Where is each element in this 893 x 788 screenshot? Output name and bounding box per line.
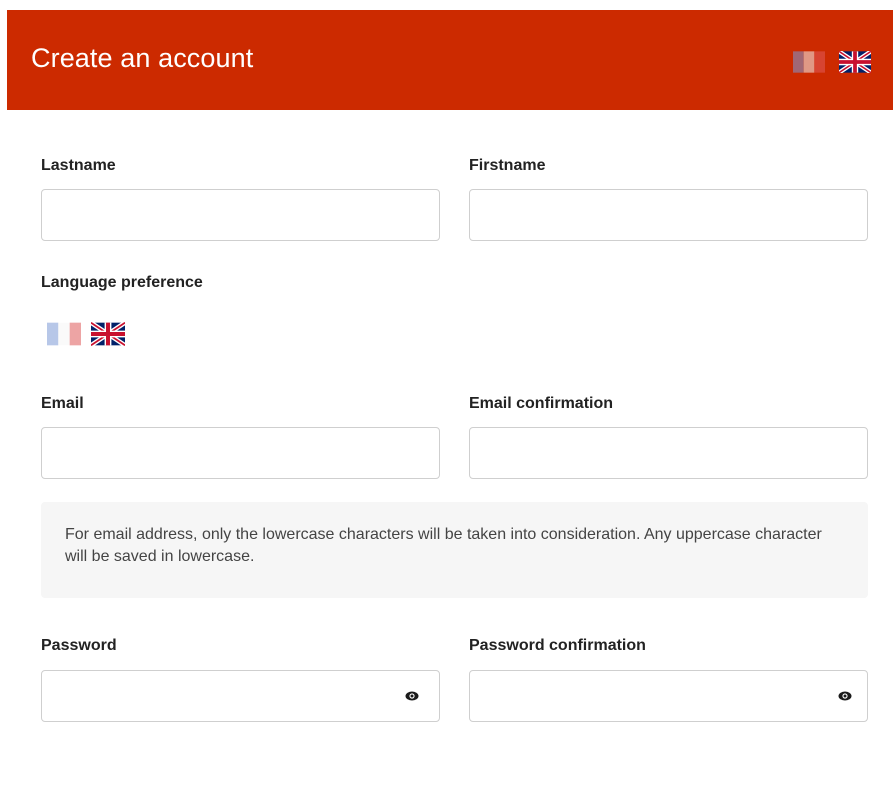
language-preference-label: Language preference [41, 274, 203, 291]
email-lowercase-notice: For email address, only the lowercase ch… [41, 502, 868, 598]
email-confirmation-label: Email confirmation [469, 395, 614, 412]
lastname-input[interactable] [41, 189, 440, 241]
email-input[interactable] [41, 427, 440, 479]
password-confirmation-label: Password confirmation [469, 637, 646, 654]
language-preference-options [47, 322, 125, 346]
firstname-label: Firstname [469, 157, 546, 174]
page-header: Create an account [7, 10, 893, 110]
lastname-label: Lastname [41, 157, 116, 174]
france-flag-icon[interactable] [793, 51, 825, 73]
password-confirmation-input[interactable] [469, 670, 868, 722]
header-language-switcher [793, 51, 871, 73]
email-label: Email [41, 395, 84, 412]
password-label: Password [41, 637, 117, 654]
uk-flag-icon[interactable] [91, 322, 125, 346]
firstname-input[interactable] [469, 189, 868, 241]
password-input[interactable] [41, 670, 440, 722]
email-confirmation-input[interactable] [469, 427, 868, 479]
france-flag-icon[interactable] [47, 322, 81, 346]
eye-icon[interactable] [838, 691, 852, 701]
page-title: Create an account [31, 43, 254, 73]
uk-flag-icon[interactable] [839, 51, 871, 73]
eye-icon[interactable] [405, 691, 419, 701]
